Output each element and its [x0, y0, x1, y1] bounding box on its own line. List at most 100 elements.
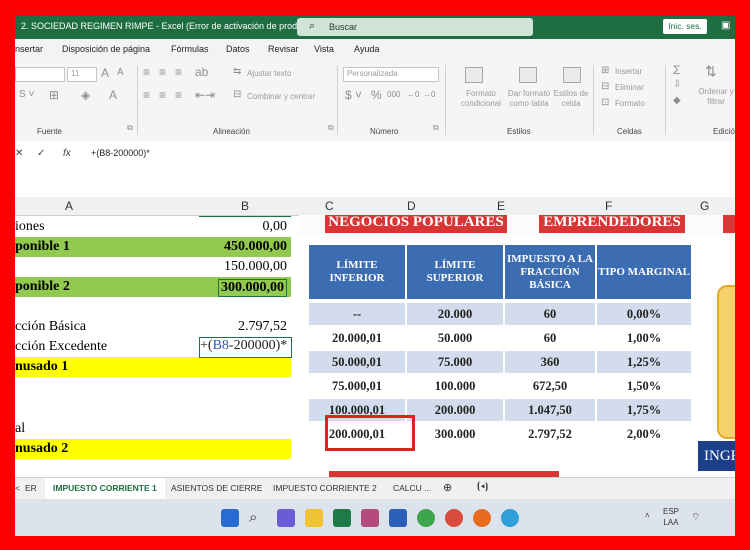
region-indicator[interactable]: LAA [659, 518, 683, 527]
firefox-icon[interactable] [473, 509, 491, 527]
align-center-icon[interactable]: ≡ [159, 88, 166, 102]
tab-impuesto-corriente-1[interactable]: IMPUESTO CORRIENTE 1 [53, 483, 157, 493]
font-color-ddl-icon[interactable]: S ˅ [19, 89, 34, 100]
ribbon-display-icon[interactable]: ▣ [721, 20, 733, 32]
cell-a[interactable]: nusado 2 [15, 441, 68, 457]
insert-function-icon[interactable]: fx [63, 148, 71, 159]
tray-expand-icon[interactable]: ˄ [645, 511, 650, 520]
col-header-b[interactable]: B [241, 199, 249, 213]
menu-data[interactable]: Datos [226, 44, 250, 54]
indent-icon[interactable]: ⇤⇥ [195, 88, 215, 102]
align-left-icon[interactable]: ≡ [143, 88, 150, 102]
decrease-decimal-icon[interactable]: →0 [423, 90, 435, 99]
merge-icon[interactable]: ⊟ [233, 89, 241, 100]
insert-button[interactable]: Insertar [615, 67, 642, 76]
conditional-format-icon[interactable] [465, 67, 483, 83]
sort-filter-icon[interactable]: ⇅ [705, 63, 717, 80]
align-right-icon[interactable]: ≡ [175, 88, 182, 102]
clear-icon[interactable]: ◆ [673, 95, 681, 106]
cell-b[interactable]: 0,00 [263, 219, 288, 235]
sort-filter-button[interactable]: Ordenar y filtrar [697, 87, 735, 107]
sheet-row[interactable] [15, 397, 291, 417]
delete-button[interactable]: Eliminar [615, 83, 644, 92]
conditional-format-button[interactable]: Formato condicional [455, 89, 507, 109]
format-cells-icon[interactable]: ⊡ [601, 97, 609, 108]
language-indicator[interactable]: ESP [659, 507, 683, 516]
tab-er[interactable]: ER [25, 483, 37, 493]
wrap-text-icon[interactable]: ⇆ [233, 66, 241, 77]
sheet-row[interactable] [15, 377, 291, 397]
menu-help[interactable]: Ayuda [354, 44, 379, 54]
sheet-row[interactable]: al [15, 419, 291, 439]
font-name-box[interactable] [15, 67, 65, 82]
app-icon[interactable] [361, 509, 379, 527]
windows-start-icon[interactable] [221, 509, 239, 527]
tab-nav-icon[interactable]: < [15, 483, 20, 493]
cell-a[interactable]: ponible 1 [15, 239, 70, 255]
borders-icon[interactable]: ⊞ [49, 88, 59, 102]
sheet-row[interactable]: ponible 1 450.000,00 [15, 237, 291, 257]
sheet-row[interactable] [15, 297, 291, 317]
wrap-text-button[interactable]: Ajustar texto [247, 69, 291, 78]
confirm-entry-icon[interactable]: ✓ [37, 148, 45, 159]
cell-b[interactable]: 450.000,00 [224, 239, 287, 255]
add-sheet-icon[interactable]: ⊕ [443, 481, 452, 494]
sheet-row[interactable]: nusado 2 [15, 439, 291, 459]
align-bottom-icon[interactable]: ≡ [175, 65, 182, 79]
menu-page-layout[interactable]: Disposición de página [62, 44, 150, 54]
font-dialog-launcher-icon[interactable]: ⧉ [127, 123, 133, 133]
col-header-a[interactable]: A [65, 199, 73, 213]
merge-center-button[interactable]: Combinar y centrar [247, 92, 315, 101]
chrome-profile-icon[interactable] [445, 509, 463, 527]
col-header-c[interactable]: C [325, 199, 334, 213]
cell-a[interactable]: nusado 1 [15, 359, 68, 375]
tab-impuesto-corriente-2[interactable]: IMPUESTO CORRIENTE 2 [273, 483, 377, 493]
cell-a[interactable]: ponible 2 [15, 279, 70, 295]
tab-asientos-de-cierre[interactable]: ASIENTOS DE CIERRE [171, 483, 262, 493]
sheet-row[interactable]: 150.000,00 [15, 257, 291, 277]
shrink-font-icon[interactable]: A [117, 67, 124, 78]
search-icon[interactable]: ⌕ [249, 509, 267, 527]
orientation-icon[interactable]: ab [195, 65, 208, 79]
search-box[interactable]: ⌕ Buscar [297, 18, 533, 36]
cell-styles-button[interactable]: Estilos de celda [553, 89, 589, 109]
number-format-select[interactable]: Personalizada [343, 67, 439, 82]
col-header-d[interactable]: D [407, 199, 416, 213]
font-size-box[interactable]: 11 [67, 67, 97, 82]
wifi-icon[interactable]: ⌔ [691, 511, 700, 524]
alignment-dialog-launcher-icon[interactable]: ⧉ [328, 123, 334, 133]
percent-icon[interactable]: % [371, 88, 382, 102]
fill-icon[interactable]: ⇩ [673, 79, 681, 90]
insert-cells-icon[interactable]: ⊞ [601, 65, 609, 76]
grow-font-icon[interactable]: A [101, 66, 109, 80]
cell-a[interactable]: cción Excedente [15, 339, 107, 355]
cell-b[interactable]: 2.797,52 [238, 319, 287, 335]
scroll-tabs-icon[interactable]: ⦗◂⦘ [477, 481, 488, 492]
cell-b[interactable]: 150.000,00 [224, 259, 287, 275]
currency-icon[interactable]: $ ˅ [345, 88, 362, 102]
cell-a[interactable]: al [15, 421, 25, 437]
delete-cells-icon[interactable]: ⊟ [601, 81, 609, 92]
tab-calcu[interactable]: CALCU ... [393, 483, 431, 493]
autosum-icon[interactable]: Σ [673, 63, 680, 77]
align-top-icon[interactable]: ≡ [143, 65, 150, 79]
sheet-row[interactable]: ponible 2 300.000,00 [15, 277, 291, 297]
thousands-icon[interactable]: 000 [387, 90, 400, 99]
fill-color-icon[interactable]: ◈ [81, 88, 90, 102]
edge-icon[interactable] [501, 509, 519, 527]
sheet-row[interactable]: nusado 1 [15, 357, 291, 377]
formula-input[interactable]: +(B8-200000)* [91, 148, 150, 158]
menu-insert[interactable]: nsertar [15, 44, 43, 54]
col-header-g[interactable]: G [700, 199, 709, 213]
word-icon[interactable] [389, 509, 407, 527]
col-header-f[interactable]: F [605, 199, 612, 213]
number-dialog-launcher-icon[interactable]: ⧉ [433, 123, 439, 133]
format-button[interactable]: Formato [615, 99, 645, 108]
chrome-icon[interactable] [417, 509, 435, 527]
format-as-table-icon[interactable] [519, 67, 537, 83]
col-header-e[interactable]: E [497, 199, 505, 213]
menu-review[interactable]: Revisar [268, 44, 299, 54]
align-middle-icon[interactable]: ≡ [159, 65, 166, 79]
cancel-entry-icon[interactable]: ✕ [15, 148, 23, 159]
increase-decimal-icon[interactable]: ←0 [407, 90, 419, 99]
